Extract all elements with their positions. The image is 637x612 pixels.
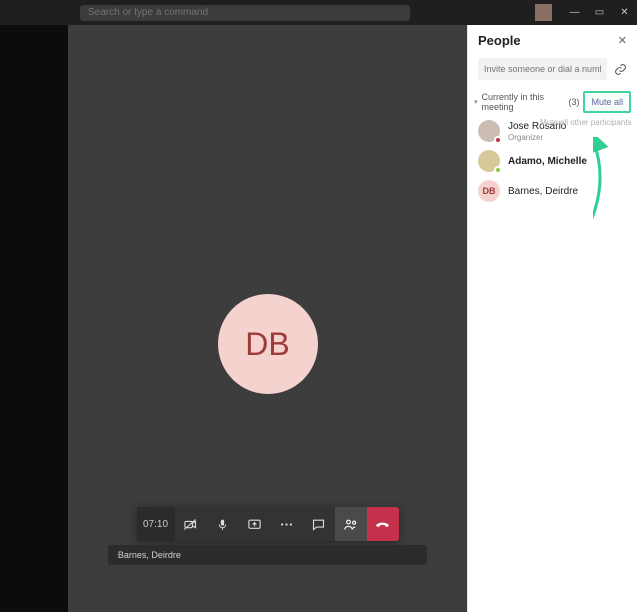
chat-icon (311, 517, 326, 532)
participant-text: Barnes, Deirdre (508, 186, 578, 197)
meeting-timer: 07:10 (137, 507, 175, 541)
search-input[interactable] (88, 7, 402, 18)
people-panel: People ✕ ▾ Currently in this meeting (3)… (467, 25, 637, 612)
window-close-button[interactable]: ✕ (612, 0, 637, 25)
share-screen-button[interactable] (239, 507, 271, 541)
section-label: Currently in this meeting (482, 92, 566, 112)
avatar (478, 150, 500, 172)
app-rail (0, 25, 68, 612)
hang-up-button[interactable] (367, 507, 399, 541)
presence-dot (494, 166, 502, 174)
participant-name: Barnes, Deirdre (508, 186, 578, 197)
people-panel-close-button[interactable]: ✕ (618, 34, 627, 47)
mic-icon (216, 517, 229, 532)
presence-dot (494, 136, 502, 144)
people-panel-title: People (478, 33, 521, 48)
invite-input[interactable] (478, 58, 607, 80)
avatar-initials: DB (245, 326, 289, 363)
me-avatar[interactable] (535, 4, 552, 21)
avatar: DB (478, 180, 500, 202)
chat-button[interactable] (303, 507, 335, 541)
people-button[interactable] (335, 507, 367, 541)
more-actions-button[interactable] (271, 507, 303, 541)
window-minimize-button[interactable]: — (562, 0, 587, 25)
ellipsis-icon (279, 517, 294, 532)
participant-role: Organizer (508, 133, 566, 142)
meeting-toolbar: 07:10 (137, 507, 399, 541)
participant-row[interactable]: DB Barnes, Deirdre (468, 176, 637, 206)
chevron-down-icon: ▾ (474, 98, 478, 106)
copy-join-info-button[interactable] (613, 62, 627, 76)
people-icon (343, 517, 359, 532)
close-icon: ✕ (620, 7, 628, 18)
share-icon (247, 517, 262, 532)
camera-toggle-button[interactable] (175, 507, 207, 541)
participant-name-bar: Barnes, Deirdre (108, 545, 427, 565)
window-maximize-button[interactable]: ▭ (587, 0, 612, 25)
minimize-icon: — (570, 7, 580, 18)
participant-row[interactable]: Jose RosarioOrganizerMute all other part… (468, 116, 637, 146)
mic-toggle-button[interactable] (207, 507, 239, 541)
link-icon (614, 63, 627, 76)
mute-all-button[interactable]: Mute all (583, 91, 631, 113)
mute-all-tooltip: Mute all other participants (540, 118, 632, 127)
participant-name: Adamo, Michelle (508, 156, 587, 167)
close-icon: ✕ (618, 35, 627, 47)
section-count: (3) (568, 97, 579, 107)
participant-avatar-large: DB (218, 294, 318, 394)
meeting-stage: DB 07:10 (68, 25, 467, 612)
avatar (478, 120, 500, 142)
participant-display-name: Barnes, Deirdre (118, 550, 181, 560)
title-bar: — ▭ ✕ (0, 0, 637, 25)
maximize-icon: ▭ (595, 7, 604, 18)
participant-row[interactable]: Adamo, Michelle (468, 146, 637, 176)
hang-up-icon (374, 517, 391, 532)
camera-off-icon (183, 517, 198, 532)
participant-text: Adamo, Michelle (508, 156, 587, 167)
search-box[interactable] (80, 5, 410, 21)
participants-section-header[interactable]: ▾ Currently in this meeting (3) Mute all (468, 88, 637, 116)
